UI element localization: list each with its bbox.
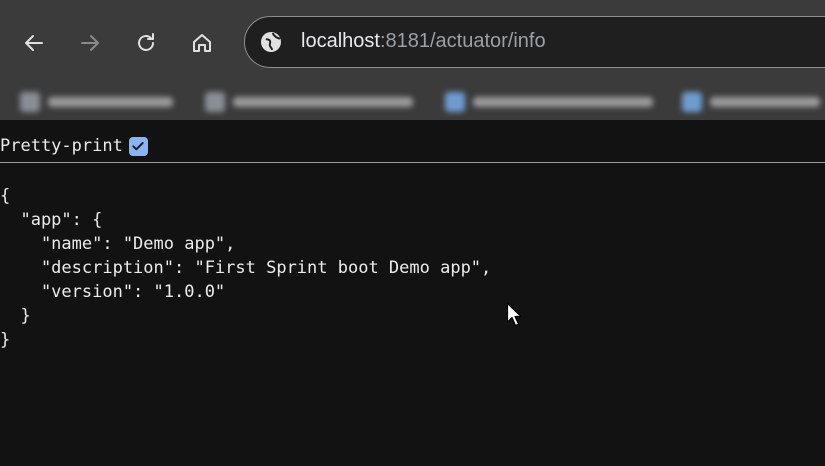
json-output: { "app": { "name": "Demo app", "descript… xyxy=(0,184,491,352)
pretty-print-label: Pretty-print xyxy=(0,136,123,156)
arrow-left-icon xyxy=(25,35,43,51)
url-host: localhost xyxy=(301,30,380,52)
home-button[interactable] xyxy=(183,24,221,62)
address-bar[interactable]: localhost:8181/actuator/info xyxy=(244,16,825,68)
reload-button[interactable] xyxy=(127,24,165,62)
bookmark-icon xyxy=(20,92,40,112)
bookmark-item[interactable] xyxy=(682,91,820,113)
json-line: "app": { xyxy=(0,210,103,230)
bookmark-icon xyxy=(205,92,225,112)
bookmarks-bar xyxy=(0,82,825,120)
url-path: :8181/actuator/info xyxy=(379,30,546,52)
checkmark-icon xyxy=(132,142,144,151)
home-icon xyxy=(193,34,211,52)
bookmark-item[interactable] xyxy=(445,91,653,113)
bookmark-label-blurred xyxy=(48,97,173,107)
url-text: localhost:8181/actuator/info xyxy=(301,30,546,53)
json-line: "description": "First Sprint boot Demo a… xyxy=(0,258,492,278)
pretty-print-checkbox[interactable] xyxy=(128,136,148,156)
back-button[interactable] xyxy=(15,24,53,62)
bookmark-label-blurred xyxy=(233,97,413,107)
json-line: } xyxy=(0,330,11,350)
site-info-icon[interactable] xyxy=(259,30,283,54)
forward-button[interactable] xyxy=(71,24,109,62)
bookmark-item[interactable] xyxy=(20,91,173,113)
browser-toolbar: localhost:8181/actuator/info xyxy=(0,0,825,82)
bookmark-label-blurred xyxy=(473,97,653,107)
arrow-right-icon xyxy=(81,35,99,51)
bookmark-icon xyxy=(682,92,702,112)
mouse-cursor-icon xyxy=(506,302,522,327)
json-line: } xyxy=(0,306,31,326)
bookmark-item[interactable] xyxy=(205,91,413,113)
json-line: "name": "Demo app", xyxy=(0,234,236,254)
divider xyxy=(0,162,825,163)
json-line: { xyxy=(0,186,11,206)
bookmark-label-blurred xyxy=(710,97,820,107)
bookmark-icon xyxy=(445,92,465,112)
reload-icon xyxy=(138,33,154,51)
json-line: "version": "1.0.0" xyxy=(0,282,226,302)
pretty-print-control[interactable]: Pretty-print xyxy=(0,136,148,156)
